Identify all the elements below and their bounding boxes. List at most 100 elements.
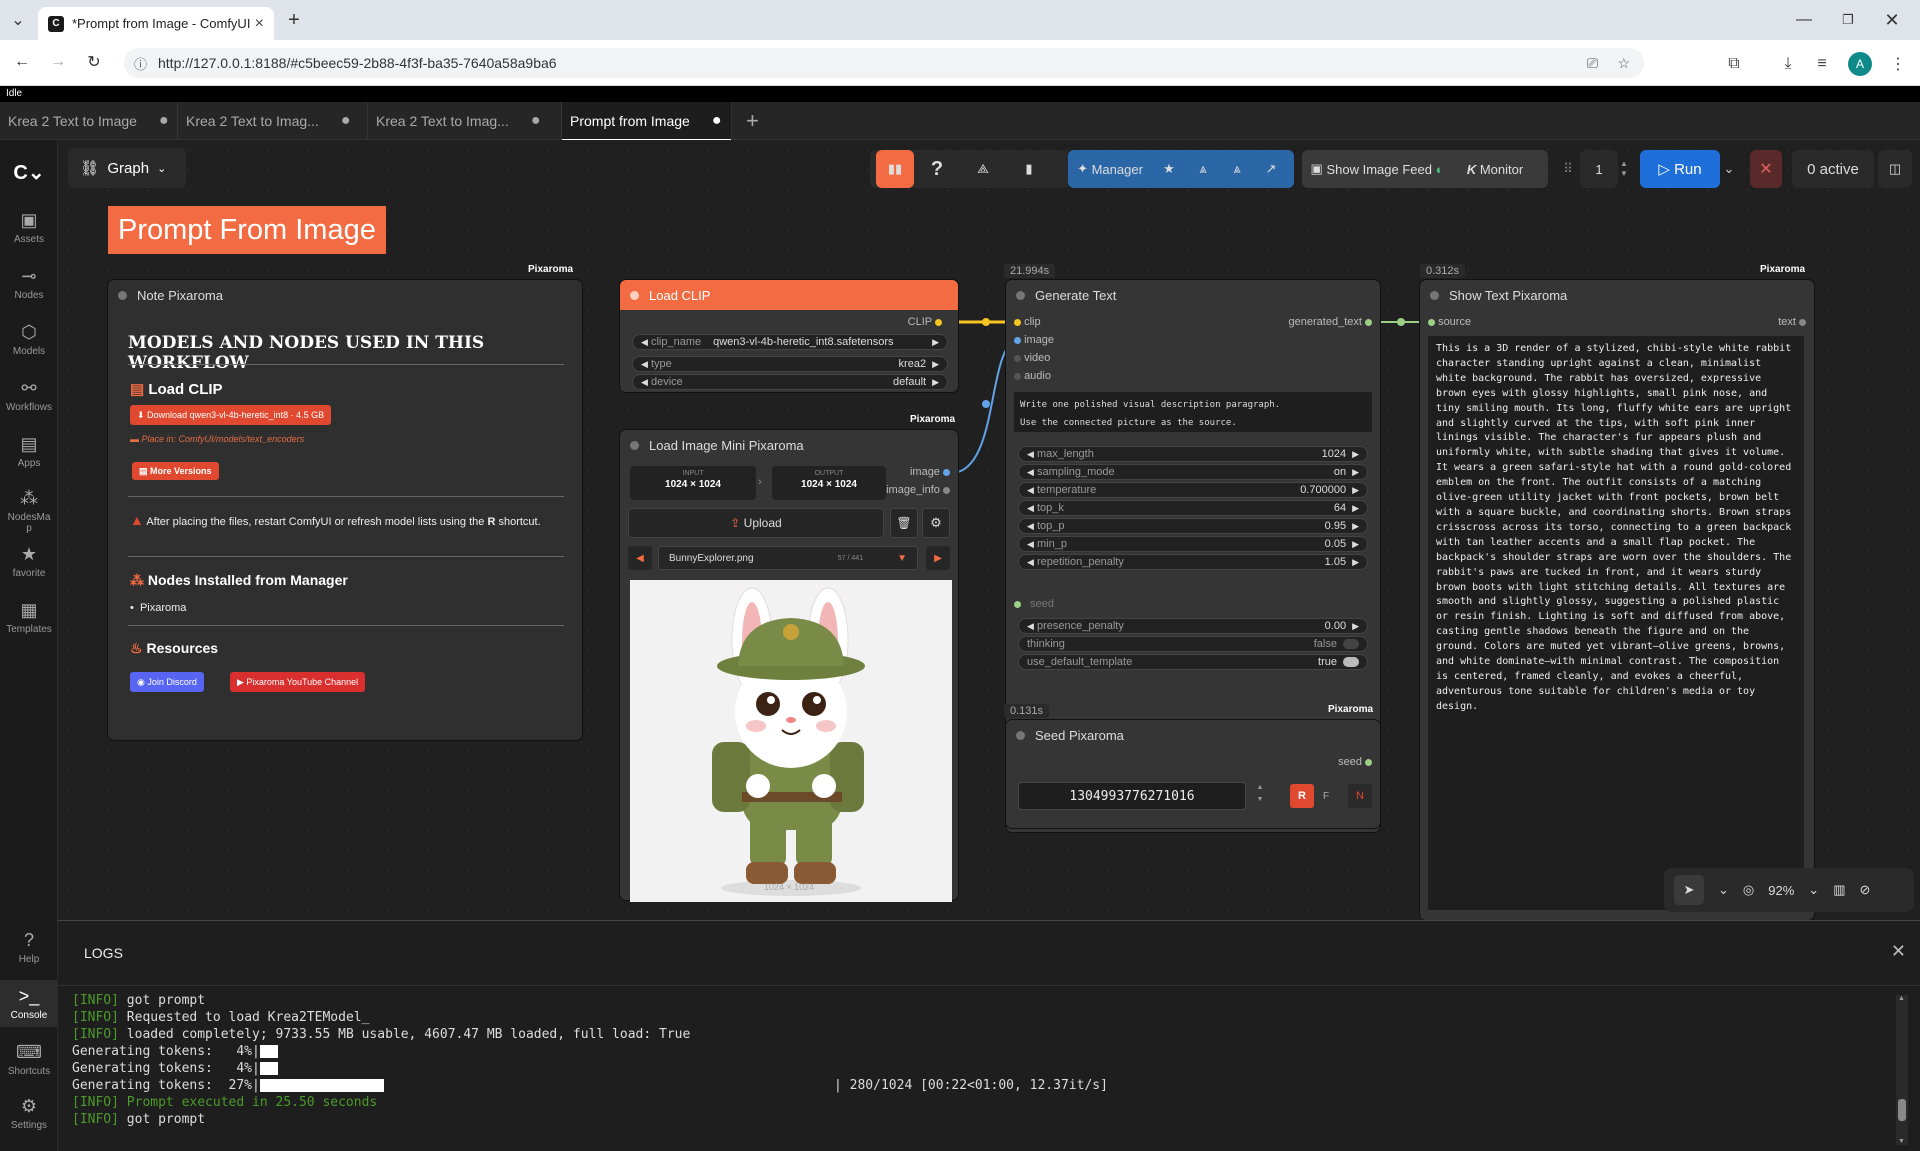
node-header[interactable]: Seed Pixaroma	[1006, 720, 1380, 750]
bookmark-icon[interactable]: ▮	[1006, 150, 1052, 188]
close-window-icon[interactable]: ✕	[1880, 8, 1904, 32]
load-clip-node[interactable]: Load CLIP CLIP ◀ clip_name qwen3-vl-4b-he…	[620, 280, 958, 392]
arrow-left-icon[interactable]: ◀	[1027, 485, 1034, 496]
profile-avatar[interactable]: A	[1848, 52, 1872, 76]
arrow-left-icon[interactable]: ◀	[1027, 521, 1034, 532]
minimap-icon[interactable]: ▥	[1833, 882, 1845, 898]
sidebar-item-apps[interactable]: ▤ Apps	[0, 434, 58, 469]
back-icon[interactable]: ←	[10, 50, 34, 74]
arrow-left-icon[interactable]: ◀	[641, 359, 648, 370]
widget-presence-penalty[interactable]: ◀ presence_penalty 0.00 ▶	[1018, 618, 1368, 634]
downloads-icon[interactable]: ⤓	[1776, 52, 1800, 76]
seed-node[interactable]: Seed Pixaroma seed 1304993776271016 ▲ ▼ R…	[1006, 720, 1380, 828]
workflow-tab[interactable]: Krea 2 Text to Imag... ●	[368, 102, 562, 140]
widget-clip-name[interactable]: ◀ clip_name qwen3-vl-4b-heretic_int8.safe…	[632, 334, 948, 350]
toggle-on-icon[interactable]	[1343, 657, 1359, 667]
sidebar-item-favorite[interactable]: ★ favorite	[0, 544, 58, 579]
scroll-thumb[interactable]	[1898, 1099, 1906, 1121]
widget-type[interactable]: ◀ type krea2 ▶	[632, 356, 948, 372]
close-tab-icon[interactable]: ×	[255, 15, 264, 33]
manager-button[interactable]: ✦ Manager	[1068, 150, 1152, 188]
show-image-feed-button[interactable]: ▣ Show Image Feed ◐	[1302, 150, 1452, 188]
arrow-left-icon[interactable]: ◀	[641, 377, 648, 388]
crystools-icon[interactable]: ⟁	[960, 150, 1006, 188]
next-image-icon[interactable]: ▶	[926, 546, 950, 570]
sidebar-item-templates[interactable]: ▦ Templates	[0, 600, 58, 635]
toggle-off-icon[interactable]	[1343, 639, 1359, 649]
widget-top-p[interactable]: ◀ top_p 0.95 ▶	[1018, 518, 1368, 534]
install-app-icon[interactable]: ⎚	[1587, 55, 1598, 72]
input-slot-audio[interactable]: audio	[1014, 370, 1051, 382]
arrow-left-icon[interactable]: ◀	[1027, 621, 1034, 632]
widget-use-default-template[interactable]: use_default_template true	[1018, 654, 1368, 670]
seed-input-slot[interactable]: seed	[1014, 598, 1054, 610]
seed-value-input[interactable]: 1304993776271016	[1018, 782, 1246, 810]
sidebar-item-assets[interactable]: ▣ Assets	[0, 210, 58, 245]
arrow-left-icon[interactable]: ◀	[1027, 503, 1034, 514]
batch-count-input[interactable]: 1	[1580, 150, 1618, 188]
drag-handle-icon[interactable]: ⠿	[1560, 150, 1576, 188]
slot-dot[interactable]	[1799, 318, 1806, 326]
discord-button[interactable]: ◉ Join Discord	[130, 672, 204, 692]
input-slot-source[interactable]: source	[1428, 316, 1471, 328]
input-slot-clip[interactable]: clip	[1014, 316, 1041, 328]
collapse-dot[interactable]	[630, 290, 639, 300]
collapse-dot[interactable]	[118, 290, 127, 300]
arrow-right-icon[interactable]: ▶	[1352, 557, 1359, 568]
node-header[interactable]: Load CLIP	[620, 280, 958, 310]
close-logs-icon[interactable]: ✕	[1891, 941, 1906, 962]
widget-min-p[interactable]: ◀ min_p 0.05 ▶	[1018, 536, 1368, 552]
arrow-right-icon[interactable]: ▶	[1352, 485, 1359, 496]
site-info-icon[interactable]: ⓘ	[134, 54, 147, 73]
chevron-down-icon[interactable]: ⌄	[1808, 882, 1819, 898]
arrow-right-icon[interactable]: ▶	[1352, 449, 1359, 460]
fixed-button[interactable]: F	[1316, 784, 1336, 808]
file-select[interactable]: BunnyExplorer.png 57 / 441 ▼	[658, 546, 918, 570]
cancel-run-button[interactable]: ✕	[1750, 150, 1782, 188]
node-header[interactable]: Load Image Mini Pixaroma	[620, 430, 958, 460]
collapse-dot[interactable]	[1016, 290, 1025, 300]
output-slot-generated-text[interactable]: generated_text	[1289, 316, 1372, 328]
workflow-tab[interactable]: Krea 2 Text to Image ●	[0, 102, 178, 140]
prompt-textarea[interactable]: Write one polished visual description pa…	[1014, 392, 1372, 432]
arrow-left-icon[interactable]: ◀	[1027, 467, 1034, 478]
arrow-left-icon[interactable]: ◀	[1027, 557, 1034, 568]
output-slot-image-info[interactable]: image_info	[886, 484, 950, 496]
slot-dot[interactable]	[1014, 318, 1021, 326]
sidebar-item-settings[interactable]: ⚙ Settings	[0, 1096, 58, 1131]
new-workflow-icon[interactable]: +	[732, 102, 773, 140]
share-arrow-icon[interactable]: ↗	[1254, 150, 1288, 188]
node-header[interactable]: Generate Text	[1006, 280, 1380, 310]
forward-icon[interactable]: →	[46, 50, 70, 74]
arrow-right-icon[interactable]: ▶	[1352, 539, 1359, 550]
new-seed-button[interactable]: N	[1348, 784, 1372, 808]
note-node[interactable]: Note Pixaroma MODELS AND NODES USED IN T…	[108, 280, 582, 740]
arrow-right-icon[interactable]: ▶	[932, 337, 939, 348]
widget-device[interactable]: ◀ device default ▶	[632, 374, 948, 390]
slot-dot[interactable]	[1428, 318, 1435, 326]
sidebar-item-models[interactable]: ⬡ Models	[0, 322, 58, 357]
arrow-right-icon[interactable]: ▶	[1352, 503, 1359, 514]
sidebar-item-help[interactable]: ? Help	[0, 930, 58, 965]
batch-stepper[interactable]: ▲ ▼	[1618, 150, 1630, 188]
slot-dot[interactable]	[1014, 354, 1021, 362]
browser-tab[interactable]: C *Prompt from Image - ComfyUI ×	[38, 7, 274, 40]
output-slot-clip[interactable]: CLIP	[908, 316, 942, 328]
youtube-button[interactable]: ▶ Pixaroma YouTube Channel	[230, 672, 366, 692]
settings-icon[interactable]: ⚙	[922, 508, 950, 538]
arrow-left-icon[interactable]: ◀	[641, 337, 648, 348]
workflow-tab[interactable]: Krea 2 Text to Imag... ●	[178, 102, 368, 140]
reading-list-icon[interactable]: ≡	[1810, 52, 1834, 76]
show-text-node[interactable]: Show Text Pixaroma source text This is a…	[1420, 280, 1814, 920]
logs-scrollbar[interactable]: ▲ ▼	[1896, 995, 1908, 1145]
upload-button[interactable]: ⇪ Upload	[628, 508, 884, 538]
help-icon[interactable]: ?	[914, 150, 960, 188]
minimize-icon[interactable]: —	[1792, 8, 1816, 32]
graph-breadcrumb[interactable]: ⛓ Graph ⌄	[68, 148, 186, 188]
sidebar-item-nodes-manager[interactable]: ⁂ NodesMa p	[0, 488, 58, 534]
sidebar-item-console[interactable]: >_ Console	[0, 980, 58, 1027]
sidebar-item-nodes[interactable]: ⊸ Nodes	[0, 266, 58, 301]
address-bar[interactable]: ⓘ http://127.0.0.1:8188/#c5beec59-2b88-4…	[124, 48, 1644, 78]
zoom-level[interactable]: 92%	[1768, 883, 1794, 898]
download-button[interactable]: ⬇ Download qwen3-vl-4b-heretic_int8 · 4.…	[130, 405, 332, 425]
